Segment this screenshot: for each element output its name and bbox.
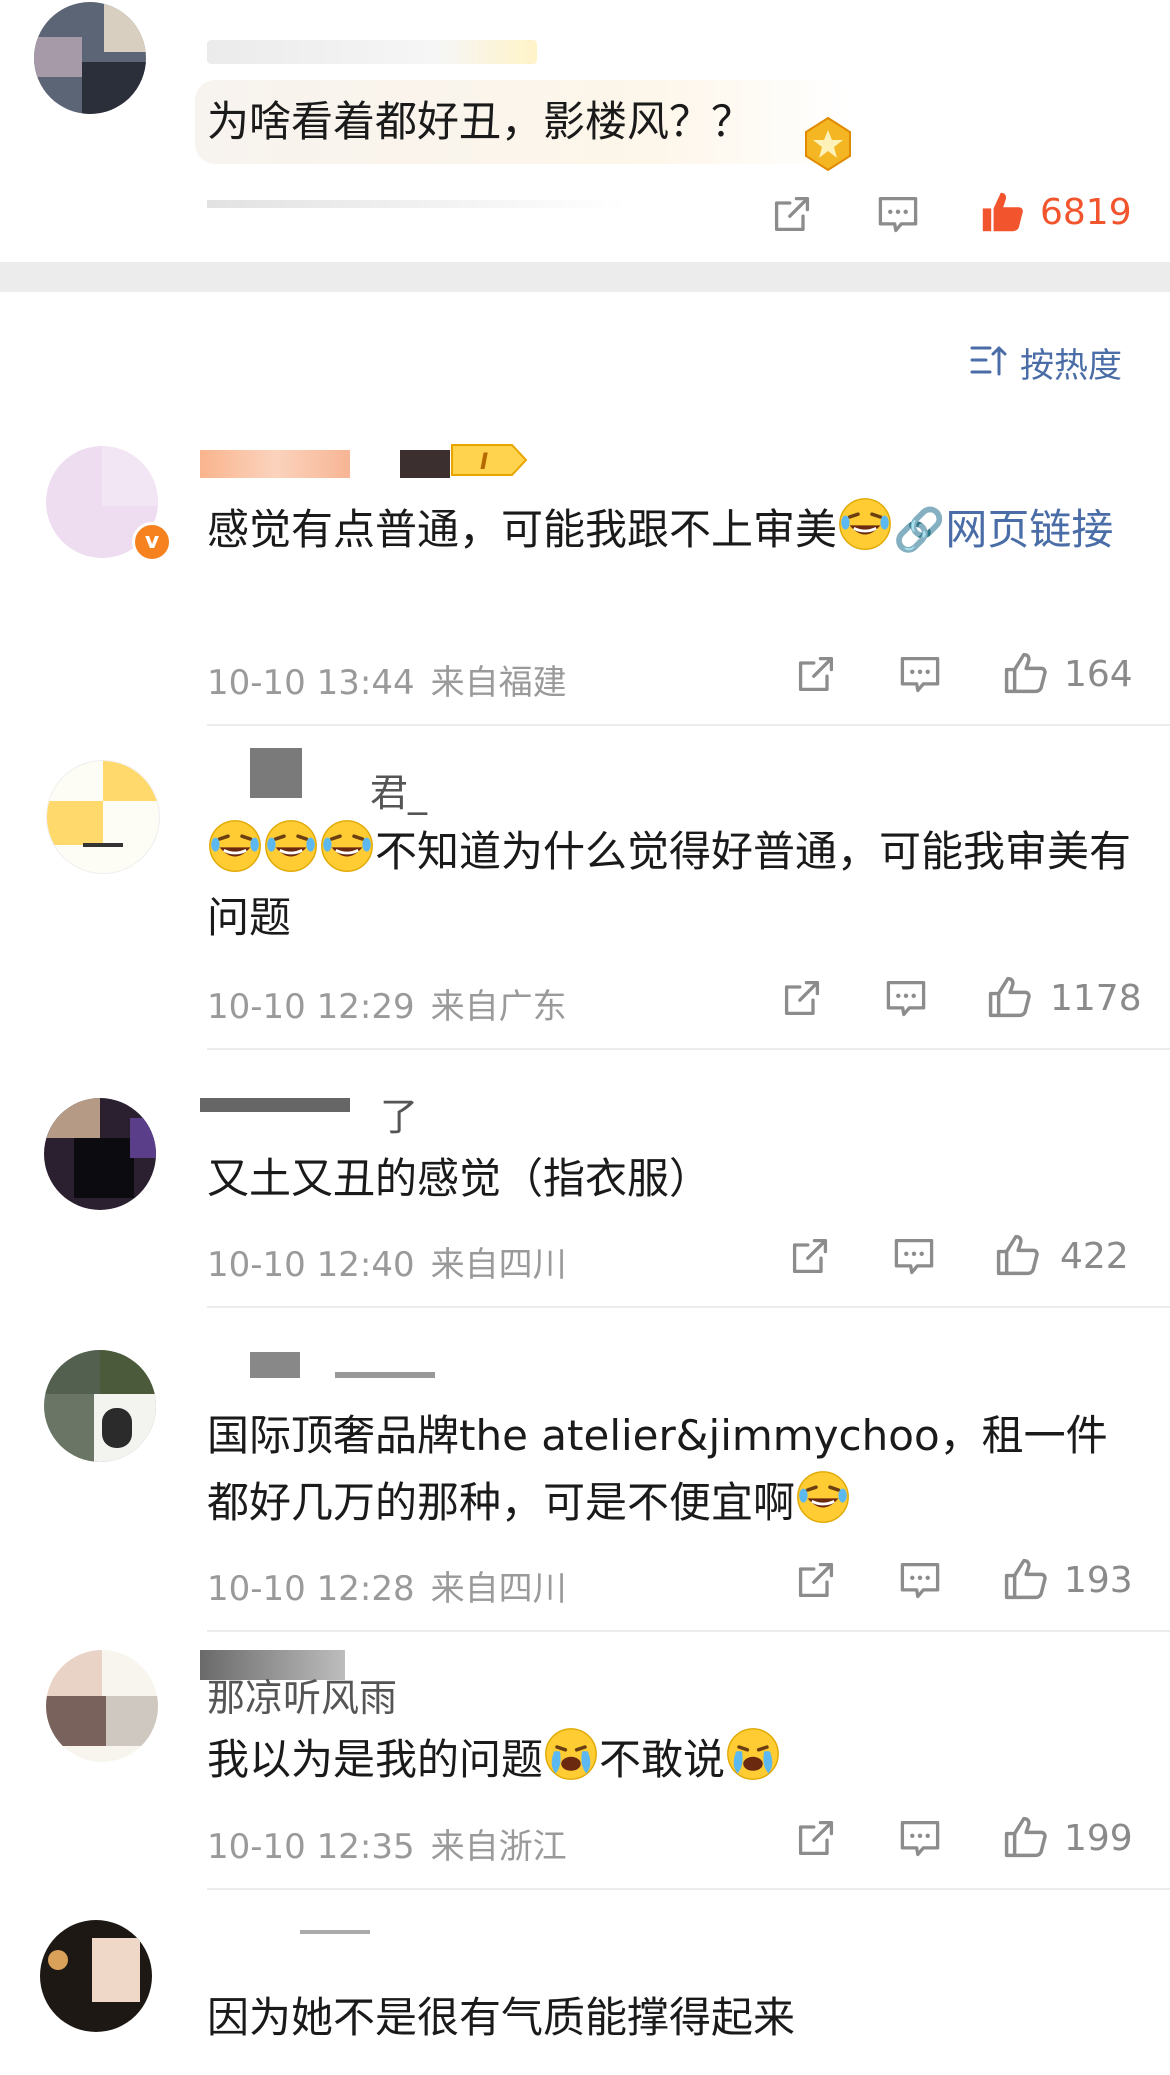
share-icon[interactable] bbox=[770, 192, 814, 236]
like-count: 6819 bbox=[1040, 192, 1132, 233]
timestamp: 10-10 13:44 bbox=[207, 663, 415, 703]
comment-meta: 10-10 13:44 来自福建 bbox=[207, 655, 567, 704]
like-count: 164 bbox=[1064, 654, 1133, 695]
like-count: 1178 bbox=[1050, 978, 1142, 1019]
level-badge-icon: I bbox=[450, 443, 528, 477]
location: 来自四川 bbox=[430, 1245, 567, 1285]
comment-divider bbox=[207, 724, 1170, 726]
laugh-emoji-icon bbox=[207, 818, 263, 874]
redacted-name bbox=[200, 450, 350, 478]
redacted-name bbox=[300, 1930, 370, 1934]
redacted-name bbox=[207, 40, 537, 64]
verified-badge-icon: v bbox=[132, 522, 172, 562]
username: 那凉听风雨 bbox=[207, 1676, 398, 1720]
comment-meta: 10-10 12:40 来自四川 bbox=[207, 1237, 567, 1286]
location: 来自福建 bbox=[430, 663, 567, 703]
like-icon[interactable] bbox=[978, 188, 1026, 236]
laugh-emoji-icon bbox=[837, 496, 893, 552]
share-icon[interactable] bbox=[794, 652, 838, 696]
comment-text: 不知道为什么觉得好普通，可能我审美有问题 bbox=[207, 818, 1137, 951]
share-icon[interactable] bbox=[794, 1558, 838, 1602]
redacted-name bbox=[250, 748, 302, 798]
comment-icon[interactable] bbox=[876, 192, 920, 236]
link-icon[interactable]: 🔗 bbox=[893, 505, 945, 554]
timestamp: 10-10 12:40 bbox=[207, 1245, 415, 1285]
comment-divider bbox=[207, 1306, 1170, 1308]
avatar[interactable] bbox=[46, 760, 160, 874]
redacted-name bbox=[400, 450, 450, 478]
comment-icon[interactable] bbox=[898, 1816, 942, 1860]
sort-label: 按热度 bbox=[1020, 346, 1122, 386]
like-icon[interactable] bbox=[1002, 1814, 1048, 1860]
comment-icon[interactable] bbox=[898, 652, 942, 696]
svg-text:I: I bbox=[480, 450, 488, 475]
avatar[interactable] bbox=[46, 1650, 158, 1762]
comment-text: 国际顶奢品牌the atelier&jimmychoo，租一件都好几万的那种，可… bbox=[207, 1411, 1108, 1527]
share-icon[interactable] bbox=[788, 1234, 832, 1278]
location: 来自广东 bbox=[430, 987, 567, 1027]
comment-icon[interactable] bbox=[892, 1234, 936, 1278]
comment-icon[interactable] bbox=[898, 1558, 942, 1602]
avatar[interactable] bbox=[44, 1350, 156, 1462]
crying-emoji-icon bbox=[725, 1726, 781, 1782]
share-icon[interactable] bbox=[794, 1816, 838, 1860]
comment-text: 又土又丑的感觉（指衣服） bbox=[207, 1154, 712, 1203]
comment-text: 感觉有点普通，可能我跟不上审美 🔗网页链接 bbox=[207, 496, 1137, 563]
like-icon[interactable] bbox=[986, 974, 1032, 1020]
like-count: 422 bbox=[1060, 1236, 1129, 1277]
username: 君_ bbox=[370, 771, 428, 815]
like-icon[interactable] bbox=[1002, 650, 1048, 696]
comment-text: 我以为是我的问题 不敢说 bbox=[207, 1726, 1137, 1793]
web-link[interactable]: 网页链接 bbox=[945, 505, 1113, 554]
redacted-name bbox=[335, 1372, 435, 1378]
avatar[interactable] bbox=[44, 1098, 156, 1210]
timestamp: 10-10 12:29 bbox=[207, 987, 415, 1027]
like-count: 193 bbox=[1064, 1560, 1133, 1601]
comment-icon[interactable] bbox=[884, 976, 928, 1020]
comment-divider bbox=[207, 1048, 1170, 1050]
avatar[interactable] bbox=[34, 2, 146, 114]
laugh-emoji-icon bbox=[319, 818, 375, 874]
location: 来自浙江 bbox=[430, 1827, 567, 1867]
laugh-emoji-icon bbox=[263, 818, 319, 874]
like-icon[interactable] bbox=[1002, 1556, 1048, 1602]
like-icon[interactable] bbox=[994, 1232, 1040, 1278]
comment-divider bbox=[207, 1888, 1170, 1890]
sort-icon bbox=[970, 346, 1007, 376]
timestamp: 10-10 12:28 bbox=[207, 1569, 415, 1609]
section-divider bbox=[0, 262, 1170, 292]
timestamp: 10-10 12:35 bbox=[207, 1827, 415, 1867]
comment-divider bbox=[207, 1630, 1170, 1632]
badge-icon bbox=[796, 112, 860, 176]
like-count: 199 bbox=[1064, 1818, 1133, 1859]
username: 了 bbox=[380, 1095, 419, 1139]
comment-meta: 10-10 12:29 来自广东 bbox=[207, 979, 567, 1028]
location: 来自四川 bbox=[430, 1569, 567, 1609]
avatar[interactable] bbox=[40, 1920, 152, 2032]
laugh-emoji-icon bbox=[795, 1469, 851, 1525]
comment-meta: 10-10 12:28 来自四川 bbox=[207, 1561, 567, 1610]
crying-emoji-icon bbox=[543, 1726, 599, 1782]
redacted-name bbox=[200, 1098, 350, 1112]
comment-meta: 10-10 12:35 来自浙江 bbox=[207, 1819, 567, 1868]
share-icon[interactable] bbox=[780, 976, 824, 1020]
comment-text: 因为她不是很有气质能撑得起来 bbox=[207, 1993, 796, 2042]
redacted-name bbox=[250, 1352, 300, 1378]
comment-text: 为啥看着都好丑，影楼风？？ bbox=[207, 97, 754, 146]
redacted-strip bbox=[207, 200, 627, 208]
